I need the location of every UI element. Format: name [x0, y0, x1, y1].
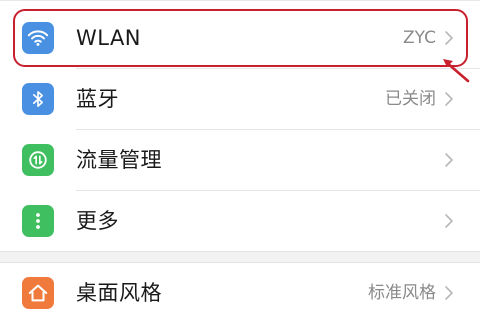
chevron-right-icon: [445, 214, 453, 228]
section-separator: [0, 251, 480, 263]
settings-screen: WLAN ZYC 蓝牙 已关闭 流量管理 更多 桌面风格 标准风格: [0, 0, 480, 309]
settings-row-desktop-style[interactable]: 桌面风格 标准风格: [0, 263, 480, 323]
settings-row-label: 蓝牙: [76, 87, 119, 111]
top-divider: [0, 0, 480, 1]
data-usage-icon: [22, 144, 54, 176]
settings-row-label: 流量管理: [76, 148, 162, 172]
settings-row-bluetooth[interactable]: 蓝牙 已关闭: [0, 69, 480, 129]
chevron-right-icon: [445, 92, 453, 106]
settings-row-value: 标准风格: [368, 283, 436, 303]
annotation-arrow-icon: [443, 59, 470, 83]
settings-row-data-management[interactable]: 流量管理: [0, 130, 480, 190]
chevron-right-icon: [445, 153, 453, 167]
settings-row-label: 桌面风格: [76, 281, 162, 305]
settings-row-value: 已关闭: [385, 89, 436, 109]
chevron-right-icon: [445, 286, 453, 300]
highlight-outline: [13, 9, 468, 67]
settings-row-more[interactable]: 更多: [0, 191, 480, 251]
settings-row-label: 更多: [76, 209, 119, 233]
more-dots-icon: [22, 205, 54, 237]
home-icon: [22, 277, 54, 309]
bluetooth-icon: [22, 83, 54, 115]
